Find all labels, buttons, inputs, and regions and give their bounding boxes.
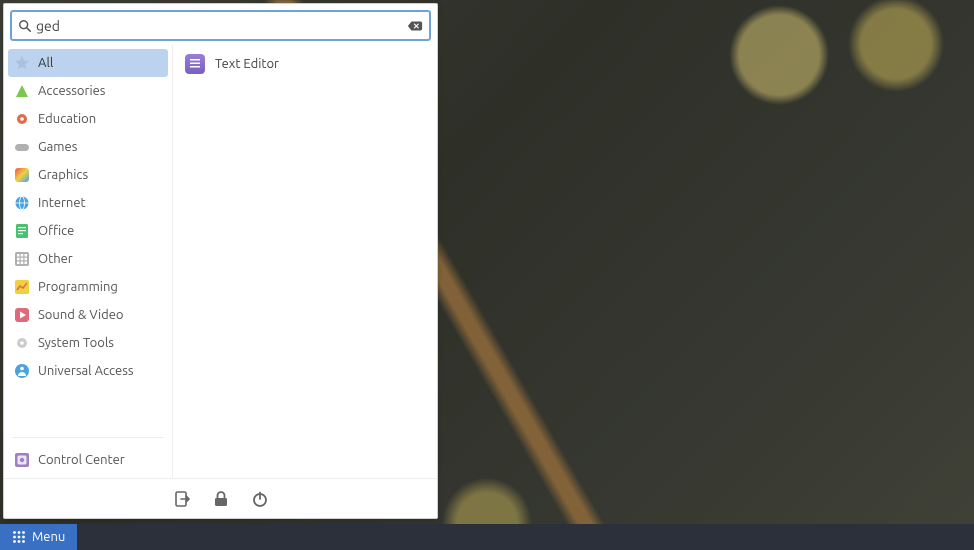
category-item-games[interactable]: Games <box>8 133 168 161</box>
category-label: Education <box>38 112 96 126</box>
menu-button[interactable]: Menu <box>0 524 77 550</box>
control-center-item[interactable]: Control Center <box>8 446 168 474</box>
education-icon <box>14 111 30 127</box>
category-item-all[interactable]: All <box>8 49 168 77</box>
search-field-wrapper[interactable] <box>10 10 431 41</box>
category-item-internet[interactable]: Internet <box>8 189 168 217</box>
session-buttons-row <box>4 478 437 518</box>
games-icon <box>14 139 30 155</box>
accessories-icon <box>14 83 30 99</box>
menu-grid-icon <box>12 530 26 544</box>
result-label: Text Editor <box>215 57 279 71</box>
control-center-icon <box>14 452 30 468</box>
category-item-programming[interactable]: Programming <box>8 273 168 301</box>
results-pane: Text Editor <box>172 45 437 478</box>
category-divider <box>12 437 164 438</box>
category-label: Graphics <box>38 168 88 182</box>
universal-access-icon <box>14 363 30 379</box>
application-menu-panel: All Accessories Education Games Graphics Inte… <box>3 3 438 519</box>
desktop-background: All Accessories Education Games Graphics Inte… <box>0 0 974 550</box>
category-item-other[interactable]: Other <box>8 245 168 273</box>
taskbar: Menu <box>0 524 974 550</box>
category-item-system-tools[interactable]: System Tools <box>8 329 168 357</box>
category-item-sound-video[interactable]: Sound & Video <box>8 301 168 329</box>
category-list: All Accessories Education Games Graphics Inte… <box>8 49 168 429</box>
result-item-gedit[interactable]: Text Editor <box>177 49 433 79</box>
category-label: Office <box>38 224 74 238</box>
menu-body: All Accessories Education Games Graphics Inte… <box>4 45 437 478</box>
category-label: Sound & Video <box>38 308 124 322</box>
programming-icon <box>14 279 30 295</box>
logout-button[interactable] <box>173 490 191 508</box>
category-label: Other <box>38 252 73 266</box>
control-center-label: Control Center <box>38 453 125 467</box>
category-item-accessories[interactable]: Accessories <box>8 77 168 105</box>
category-item-education[interactable]: Education <box>8 105 168 133</box>
graphics-icon <box>14 167 30 183</box>
search-input[interactable] <box>36 18 407 34</box>
text-editor-icon <box>185 54 205 74</box>
internet-icon <box>14 195 30 211</box>
category-label: Programming <box>38 280 118 294</box>
office-icon <box>14 223 30 239</box>
system-tools-icon <box>14 335 30 351</box>
category-label: Accessories <box>38 84 105 98</box>
category-label: Internet <box>38 196 86 210</box>
power-button[interactable] <box>251 490 269 508</box>
category-item-graphics[interactable]: Graphics <box>8 161 168 189</box>
category-sidebar: All Accessories Education Games Graphics Inte… <box>4 45 172 478</box>
search-icon <box>18 19 32 33</box>
clear-search-icon[interactable] <box>407 19 423 33</box>
category-label: System Tools <box>38 336 114 350</box>
category-item-office[interactable]: Office <box>8 217 168 245</box>
all-icon <box>14 55 30 71</box>
other-icon <box>14 251 30 267</box>
lock-button[interactable] <box>213 490 229 508</box>
category-item-universal-access[interactable]: Universal Access <box>8 357 168 385</box>
category-label: Games <box>38 140 77 154</box>
category-label: Universal Access <box>38 364 133 378</box>
menu-button-label: Menu <box>32 530 65 544</box>
category-label: All <box>38 56 53 70</box>
sound-video-icon <box>14 307 30 323</box>
search-row <box>4 4 437 45</box>
